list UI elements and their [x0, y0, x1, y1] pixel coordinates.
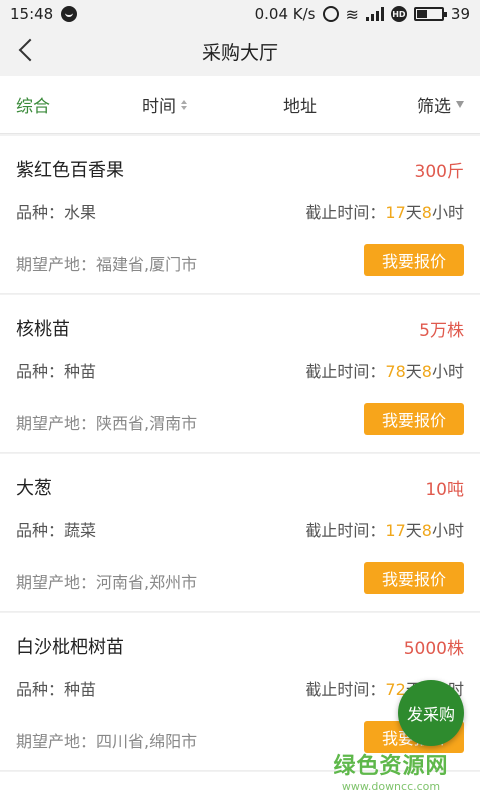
tab-label: 时间 [142, 97, 176, 117]
origin-label: 期望产地： [16, 732, 97, 751]
day-unit: 天 [405, 521, 422, 540]
item-deadline: 截止时间：17天8小时 [305, 517, 464, 541]
origin-label: 期望产地： [16, 414, 97, 433]
deadline-label: 截止时间： [305, 680, 386, 699]
origin-value: 陕西省,渭南市 [96, 414, 198, 433]
origin-value: 河南省,郑州市 [96, 573, 198, 592]
category-label: 品种： [16, 362, 65, 381]
item-quantity: 5000株 [403, 639, 464, 659]
tab-label: 综合 [16, 97, 50, 117]
status-time: 15:48 [10, 5, 54, 23]
battery-icon [413, 7, 447, 21]
category-value: 水果 [64, 203, 97, 222]
item-deadline: 截止时间：78天8小时 [305, 358, 464, 382]
deadline-days: 17 [385, 203, 406, 222]
item-category: 品种：水果 [16, 199, 96, 223]
deadline-label: 截止时间： [305, 362, 386, 381]
watermark: 绿色资源网 www.downcc.com [316, 748, 466, 793]
origin-label: 期望产地： [16, 573, 97, 592]
item-name: 紫红色百香果 [16, 160, 124, 181]
quote-button[interactable]: 我要报价 [364, 244, 464, 276]
deadline-days: 78 [385, 362, 406, 381]
signal-icon [365, 7, 384, 21]
tab-label: 地址 [283, 97, 317, 117]
sort-icon [181, 99, 187, 110]
deadline-label: 截止时间： [305, 521, 386, 540]
category-value: 种苗 [64, 680, 97, 699]
item-quantity: 300斤 [414, 162, 464, 182]
list-item[interactable]: 核桃苗 5万株 品种：种苗 截止时间：78天8小时 期望产地：陕西省,渭南市 我… [0, 295, 480, 453]
item-category: 品种：种苗 [16, 358, 96, 382]
item-origin: 期望产地：福建省,厦门市 [16, 251, 197, 275]
hd-icon: HD [390, 6, 407, 22]
item-quantity: 10吨 [425, 480, 464, 500]
battery-level: 39 [450, 5, 470, 23]
origin-value: 福建省,厦门市 [96, 255, 198, 274]
category-value: 蔬菜 [64, 521, 97, 540]
quote-button[interactable]: 我要报价 [364, 403, 464, 435]
hour-unit: 小时 [431, 203, 464, 222]
deadline-days: 17 [385, 521, 406, 540]
quote-button[interactable]: 我要报价 [364, 562, 464, 594]
origin-label: 期望产地： [16, 255, 97, 274]
item-deadline: 截止时间：17天8小时 [305, 199, 464, 223]
back-icon[interactable] [16, 38, 38, 64]
network-speed: 0.04 K/s [254, 5, 316, 23]
category-value: 种苗 [64, 362, 97, 381]
alarm-icon [322, 6, 339, 22]
item-category: 品种：种苗 [16, 676, 96, 700]
day-unit: 天 [405, 203, 422, 222]
deadline-hours: 8 [421, 362, 432, 381]
item-quantity: 5万株 [419, 321, 464, 341]
item-origin: 期望产地：四川省,绵阳市 [16, 728, 197, 752]
tab-time[interactable]: 时间 [142, 92, 187, 117]
item-origin: 期望产地：河南省,郑州市 [16, 569, 197, 593]
wifi-icon: ≋ [345, 4, 359, 24]
post-purchase-button[interactable]: 发采购 [398, 680, 464, 746]
hour-unit: 小时 [431, 362, 464, 381]
app-notification-icon [61, 6, 78, 22]
item-name: 核桃苗 [16, 319, 70, 340]
list-item[interactable]: 紫红色百香果 300斤 品种：水果 截止时间：17天8小时 期望产地：福建省,厦… [0, 136, 480, 294]
nav-bar: 采购大厅 [0, 28, 480, 74]
tab-address[interactable]: 地址 [283, 92, 317, 117]
watermark-main: 绿色资源网 [333, 754, 449, 779]
day-unit: 天 [405, 362, 422, 381]
filter-bar: 综合 时间 地址 筛选 [0, 76, 480, 134]
status-bar: 15:48 0.04 K/s ≋ HD 39 [0, 0, 480, 28]
category-label: 品种： [16, 521, 65, 540]
watermark-sub: www.downcc.com [341, 780, 441, 793]
deadline-hours: 8 [421, 521, 432, 540]
hour-unit: 小时 [431, 521, 464, 540]
origin-value: 四川省,绵阳市 [96, 732, 198, 751]
tab-label: 筛选 [417, 97, 451, 117]
page-title: 采购大厅 [201, 41, 278, 64]
tab-comprehensive[interactable]: 综合 [16, 92, 50, 117]
deadline-label: 截止时间： [305, 203, 386, 222]
category-label: 品种： [16, 203, 65, 222]
category-label: 品种： [16, 680, 65, 699]
item-name: 白沙枇杷树苗 [16, 637, 124, 658]
item-origin: 期望产地：陕西省,渭南市 [16, 410, 197, 434]
list-item[interactable]: 大葱 10吨 品种：蔬菜 截止时间：17天8小时 期望产地：河南省,郑州市 我要… [0, 454, 480, 612]
item-category: 品种：蔬菜 [16, 517, 96, 541]
tab-filter[interactable]: 筛选 [417, 92, 464, 117]
item-name: 大葱 [16, 478, 52, 499]
triangle-down-icon [456, 101, 464, 108]
deadline-hours: 8 [421, 203, 432, 222]
